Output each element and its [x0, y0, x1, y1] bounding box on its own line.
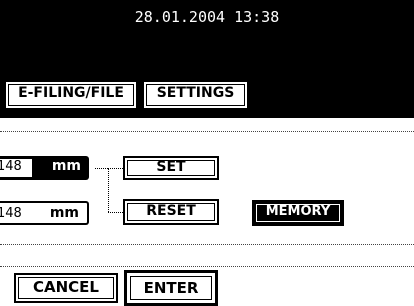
size-field-2[interactable]: 148 mm	[0, 201, 89, 225]
tab-settings[interactable]: SETTINGS	[142, 80, 249, 110]
enter-button[interactable]: ENTER	[124, 270, 218, 306]
reset-button[interactable]: RESET	[123, 199, 219, 225]
reset-button-label: RESET	[146, 203, 196, 219]
separator-bottom	[0, 266, 414, 267]
memory-button-label: MEMORY	[265, 204, 331, 219]
date-time-display: 28.01.2004 13:38	[134, 8, 280, 26]
unit-label: mm	[51, 158, 81, 174]
value-box: 148	[0, 159, 32, 177]
tab-label: SETTINGS	[156, 85, 235, 101]
size-value: 148	[0, 206, 22, 221]
connector-line	[95, 168, 108, 169]
enter-button-label: ENTER	[143, 279, 199, 297]
connector-line	[108, 168, 109, 212]
top-status-bar: 28.01.2004 13:38 E-FILING/FILE SETTINGS	[0, 0, 414, 118]
separator-mid	[0, 244, 414, 245]
unit-label: mm	[49, 205, 79, 221]
connector-line	[108, 212, 123, 213]
size-field-1[interactable]: 148 mm	[0, 156, 89, 180]
size-value: 148	[0, 159, 22, 174]
memory-button[interactable]: MEMORY	[252, 200, 344, 226]
tab-label: E-FILING/FILE	[18, 85, 124, 101]
tab-e-filing-file[interactable]: E-FILING/FILE	[4, 80, 138, 110]
set-button-label: SET	[156, 159, 186, 175]
set-button[interactable]: SET	[123, 156, 219, 180]
cancel-button-label: CANCEL	[33, 278, 99, 296]
connector-line	[108, 168, 123, 169]
cancel-button[interactable]: CANCEL	[14, 273, 118, 303]
separator-top	[0, 131, 414, 132]
